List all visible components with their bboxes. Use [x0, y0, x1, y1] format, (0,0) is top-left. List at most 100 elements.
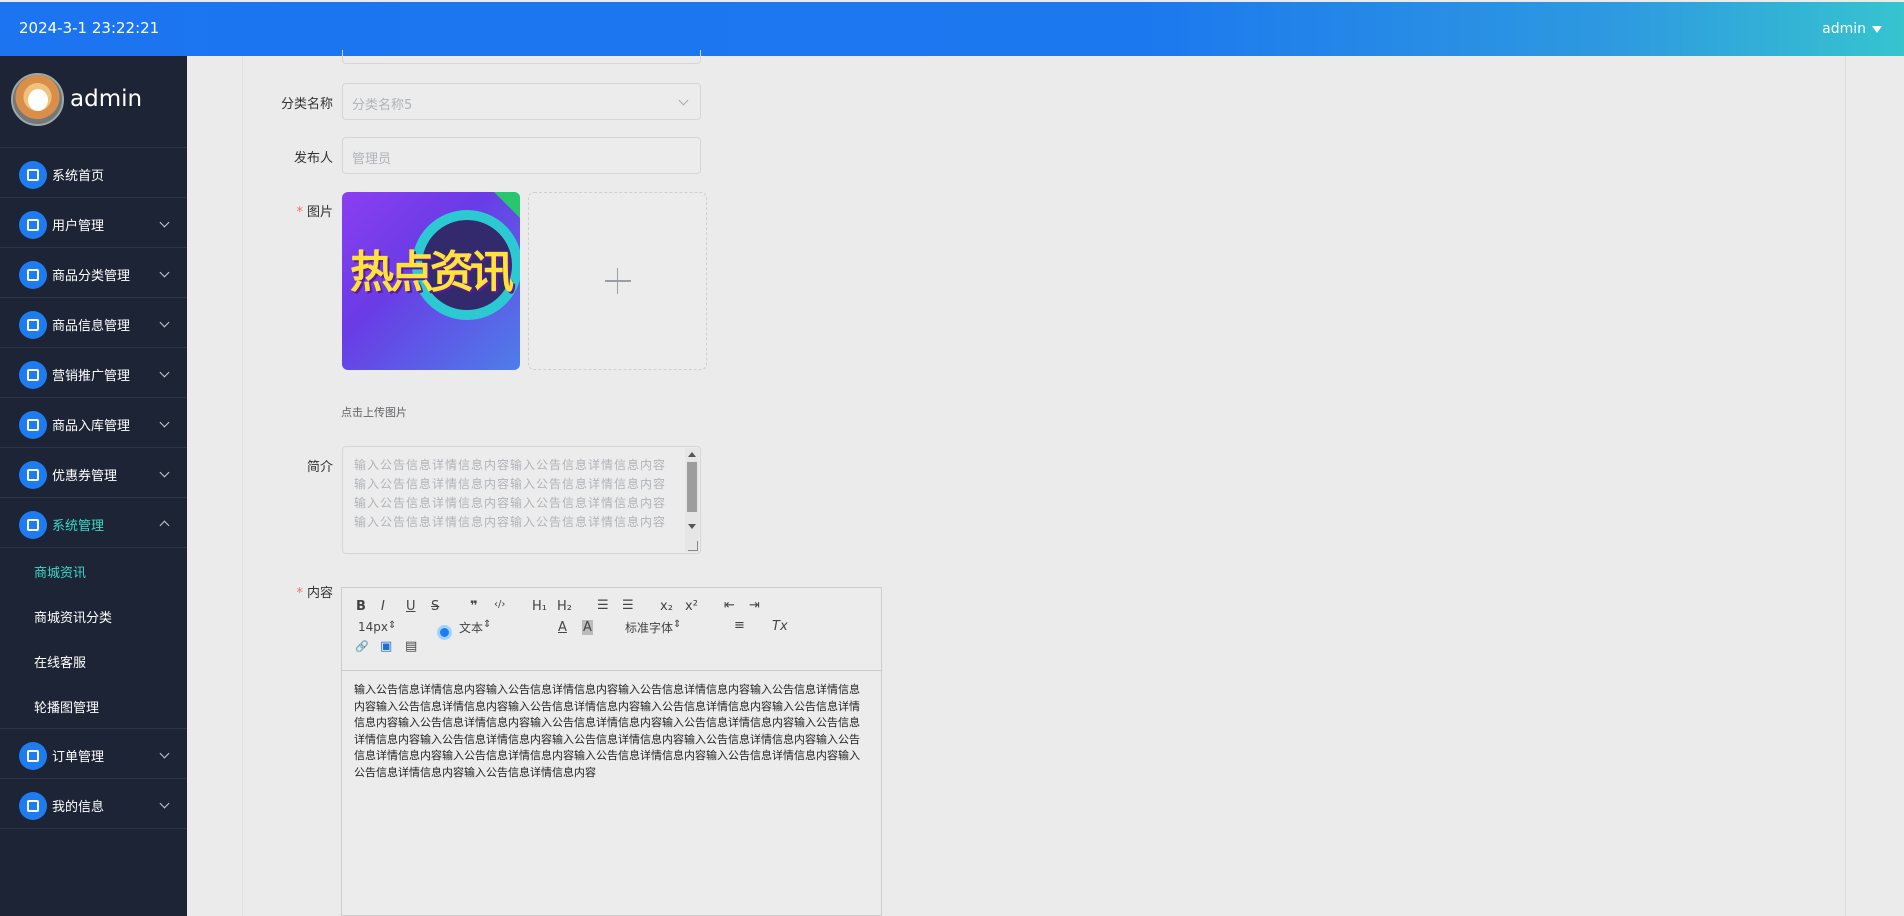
editor-content[interactable]: 输入公告信息详情信息内容输入公告信息详情信息内容输入公告信息详情信息内容输入公告…: [342, 671, 881, 793]
user-menu[interactable]: admin: [1822, 21, 1882, 37]
card-icon: [19, 792, 47, 820]
sidebar-item-category[interactable]: 商品分类管理: [0, 248, 187, 298]
h1-icon[interactable]: H₁: [532, 599, 547, 614]
system-submenu: 商城资讯 商城资讯分类 在线客服 轮播图管理: [0, 548, 187, 729]
sidebar-item-label: 用户管理: [52, 219, 105, 234]
chevron-down-icon: [159, 748, 170, 759]
text-style-value: 文本: [459, 621, 484, 635]
sidebar-item-label: 商品分类管理: [52, 269, 131, 284]
grid-icon: [19, 742, 47, 770]
video-icon[interactable]: ▤: [405, 639, 417, 654]
brand-name: admin: [70, 86, 143, 112]
sidebar-item-label: 系统管理: [52, 519, 105, 534]
sidebar-item-label: 我的信息: [52, 800, 105, 815]
text-style-select[interactable]: 文本: [459, 619, 533, 636]
sidebar-item-label: 营销推广管理: [52, 369, 131, 384]
sidebar-item-label: 订单管理: [52, 750, 105, 765]
plus-icon: [604, 268, 631, 294]
title-input[interactable]: [342, 50, 701, 64]
italic-icon[interactable]: I: [381, 599, 385, 614]
font-family-value: 标准字体: [625, 621, 674, 635]
uploaded-image[interactable]: 热点资讯: [342, 192, 520, 370]
intro-text: 输入公告信息详情信息内容输入公告信息详情信息内容输入公告信息详情信息内容输入公告…: [354, 458, 667, 529]
font-size-value: 14px: [358, 620, 388, 634]
bullet-list-icon[interactable]: ☰: [622, 598, 634, 613]
quote-icon[interactable]: ❞: [470, 599, 478, 614]
sidebar-item-label: 商品入库管理: [52, 419, 131, 434]
scroll-down-icon: [688, 524, 696, 529]
clear-format-icon[interactable]: Tx: [772, 619, 788, 634]
superscript-icon[interactable]: x²: [685, 599, 698, 614]
font-size-select[interactable]: 14px: [358, 620, 432, 634]
chevron-down-icon: [159, 317, 170, 328]
subscript-icon[interactable]: x₂: [660, 599, 673, 614]
chevron-down-icon: [159, 367, 170, 378]
grid-icon: [19, 511, 47, 539]
sidebar-item-label: 优惠券管理: [52, 469, 118, 484]
underline-icon[interactable]: U: [406, 599, 416, 614]
image-upload-button[interactable]: [528, 192, 707, 370]
code-icon[interactable]: ‹/›: [494, 599, 505, 610]
grid-icon: [19, 261, 47, 289]
bold-icon[interactable]: B: [356, 599, 366, 614]
grid-icon: [19, 411, 47, 439]
sidebar-item-profile[interactable]: 我的信息: [0, 779, 187, 829]
submenu-item-news[interactable]: 商城资讯: [0, 548, 187, 593]
font-color-icon[interactable]: A: [558, 620, 567, 635]
align-icon[interactable]: ≡: [734, 618, 745, 633]
image-label: * 图片: [296, 205, 333, 220]
chevron-down-icon: [159, 417, 170, 428]
location-icon: [19, 361, 47, 389]
submenu-item-news-category[interactable]: 商城资讯分类: [0, 593, 187, 638]
brand: admin: [0, 56, 187, 148]
publisher-label: 发布人: [293, 151, 333, 166]
resize-handle[interactable]: [688, 541, 698, 551]
sidebar-item-coupons[interactable]: 优惠券管理: [0, 448, 187, 498]
chevron-down-icon: [159, 798, 170, 809]
sidebar-item-products[interactable]: 商品信息管理: [0, 298, 187, 348]
image-corner-decoration: [494, 192, 520, 218]
image-icon[interactable]: ▣: [380, 639, 392, 654]
intro-textarea[interactable]: 输入公告信息详情信息内容输入公告信息详情信息内容输入公告信息详情信息内容输入公告…: [342, 446, 701, 554]
clipboard-icon: [19, 461, 47, 489]
category-select[interactable]: 分类名称5: [342, 83, 701, 120]
scroll-thumb[interactable]: [687, 462, 697, 512]
top-bar: 2024-3-1 23:22:21 admin: [0, 2, 1904, 56]
upload-tip: 点击上传图片: [341, 406, 407, 419]
content-label: * 内容: [296, 586, 333, 601]
chevron-down-icon: [159, 467, 170, 478]
strike-icon[interactable]: S: [431, 599, 439, 614]
submenu-item-support[interactable]: 在线客服: [0, 638, 187, 683]
sidebar-item-marketing[interactable]: 营销推广管理: [0, 348, 187, 398]
publisher-input-value: 管理员: [352, 152, 392, 167]
sidebar-item-inventory[interactable]: 商品入库管理: [0, 398, 187, 448]
scroll-up-icon: [688, 452, 696, 457]
avatar: [11, 73, 64, 126]
font-family-select[interactable]: 标准字体: [625, 619, 709, 636]
outdent-icon[interactable]: ⇤: [724, 598, 735, 613]
rich-text-editor: B I U S ❞ ‹/› H₁ H₂ ☰ ☰ x₂ x² ⇤ ⇥ 14px 文…: [341, 587, 882, 916]
background-color-icon[interactable]: A: [582, 620, 593, 635]
sidebar: admin 系统首页 用户管理 商品分类管理 商品信息管理 营销推广管理 商品入…: [0, 56, 187, 916]
intro-scrollbar[interactable]: [685, 448, 699, 552]
chevron-up-icon: [159, 520, 170, 531]
chevron-down-icon: [159, 217, 170, 228]
chevron-down-icon: [159, 267, 170, 278]
sidebar-item-home[interactable]: 系统首页: [0, 148, 187, 198]
sidebar-item-orders[interactable]: 订单管理: [0, 729, 187, 779]
caret-down-icon: [1872, 25, 1882, 33]
submenu-item-carousel[interactable]: 轮播图管理: [0, 683, 187, 728]
username: admin: [1822, 21, 1866, 37]
sidebar-item-system[interactable]: 系统管理: [0, 498, 187, 548]
h2-icon[interactable]: H₂: [557, 599, 572, 614]
sidebar-item-users[interactable]: 用户管理: [0, 198, 187, 248]
intro-label: 简介: [306, 460, 333, 475]
category-select-value: 分类名称5: [352, 98, 413, 113]
indent-icon[interactable]: ⇥: [749, 598, 760, 613]
publisher-input[interactable]: 管理员: [342, 137, 701, 174]
datetime: 2024-3-1 23:22:21: [19, 19, 160, 37]
link-icon[interactable]: 🔗: [355, 640, 369, 653]
sidebar-item-label: 系统首页: [52, 169, 105, 184]
category-label: 分类名称: [280, 97, 333, 112]
ordered-list-icon[interactable]: ☰: [597, 598, 609, 613]
